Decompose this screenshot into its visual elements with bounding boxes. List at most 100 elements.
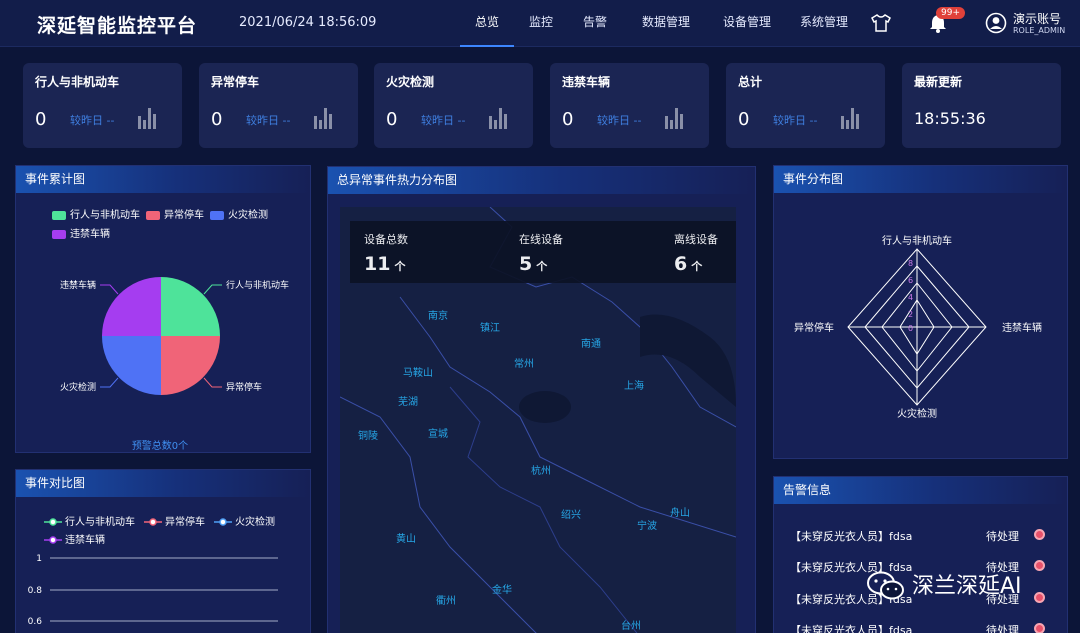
device-online: 5个: [519, 253, 548, 275]
city-label: 衢州: [436, 596, 456, 607]
alert-total: 预警总数0个: [131, 441, 189, 452]
y-tick-label: 0.8: [28, 586, 43, 596]
alarm-status-dot: [1034, 529, 1045, 540]
bar-chart-icon: [841, 108, 859, 129]
alarm-info-panel: 告警信息 【未穿反光衣人员】fdsa 待处理 【未穿反光衣人员】fdsa 待处理…: [773, 476, 1068, 633]
card-title: 总计: [738, 75, 763, 89]
legend-item[interactable]: 行人与非机动车: [52, 206, 140, 221]
legend-item[interactable]: 异常停车: [144, 513, 205, 528]
y-tick-label: 1: [36, 554, 42, 564]
radar-tick: 8: [908, 259, 913, 268]
card-compare: 较昨日 --: [70, 114, 115, 127]
lake: [519, 391, 571, 423]
legend-item[interactable]: 异常停车: [146, 206, 204, 221]
nav-overview[interactable]: 总览: [460, 0, 514, 47]
legend-marker: [214, 518, 232, 526]
card-title: 异常停车: [211, 75, 260, 89]
stat-label: 设备总数: [364, 233, 408, 246]
legend-marker: [144, 518, 162, 526]
nav-device-management[interactable]: 设备管理: [710, 0, 784, 47]
bar-chart-icon: [138, 108, 156, 129]
panel-title: 告警信息: [774, 477, 1067, 504]
stat-card-total: 总计 0 较昨日 --: [726, 63, 885, 148]
current-datetime: 2021/06/24 18:56:09: [239, 15, 377, 30]
card-title: 行人与非机动车: [35, 75, 120, 89]
nav-monitor[interactable]: 监控: [514, 0, 568, 47]
alarm-row[interactable]: 【未穿反光衣人员】fdsa 待处理: [790, 622, 1055, 633]
user-avatar-icon[interactable]: [985, 12, 1007, 34]
alarm-status-dot: [1034, 592, 1045, 603]
legend-marker: [44, 536, 62, 544]
legend-item[interactable]: 违禁车辆: [52, 225, 110, 240]
legend-swatch: [210, 210, 224, 220]
stat-label: 离线设备: [674, 233, 718, 246]
card-compare: 较昨日 --: [773, 114, 818, 127]
radar-chart: 行人与非机动车 违禁车辆 火灾检测 异常停车 0 2 4 6 8: [794, 234, 1042, 420]
pie-label: 违禁车辆: [60, 279, 96, 291]
card-title: 违禁车辆: [562, 75, 611, 89]
city-label: 宣城: [428, 429, 448, 440]
legend-label: 违禁车辆: [65, 535, 105, 546]
shirt-icon[interactable]: [870, 12, 892, 34]
city-label: 金华: [492, 585, 512, 596]
city-label: 马鞍山: [403, 368, 433, 379]
pie-label: 异常停车: [226, 381, 262, 393]
alarm-text: 【未穿反光衣人员】fdsa: [790, 530, 913, 543]
alarm-status: 待处理: [986, 530, 1019, 543]
city-label: 镇江: [480, 323, 500, 334]
alarm-row[interactable]: 【未穿反光衣人员】fdsa 待处理: [790, 528, 1055, 544]
legend-item[interactable]: 违禁车辆: [44, 531, 105, 546]
account-name[interactable]: 演示账号: [1013, 10, 1061, 27]
alarm-status-dot: [1034, 560, 1045, 571]
city-label: 宁波: [637, 521, 657, 532]
heat-map[interactable]: 南京 镇江 常州 南通 马鞍山 上海 芜湖 铜陵 宣城 杭州 绍兴 宁波 舟山 …: [340, 207, 736, 633]
top-bar: 深延智能监控平台 2021/06/24 18:56:09 总览 监控 告警 数据…: [0, 0, 1080, 47]
stat-card-abnormal-parking: 异常停车 0 较昨日 --: [199, 63, 358, 148]
stat-card-fire-detection: 火灾检测 0 较昨日 --: [374, 63, 533, 148]
event-cumulative-panel: 事件累计图 行人与非机动车 异常停车 火灾检测 违禁车辆 行人与非机动车 异常停…: [15, 165, 311, 453]
panel-title: 总异常事件热力分布图: [328, 167, 755, 194]
city-label: 常州: [514, 359, 534, 370]
legend-item[interactable]: 行人与非机动车: [44, 513, 135, 528]
card-title: 火灾检测: [386, 75, 435, 89]
panel-title: 事件对比图: [16, 470, 310, 497]
bar-chart-icon: [665, 108, 683, 129]
device-stats-overlay: 设备总数 11 个 在线设备 5个 离线设备 6个: [350, 221, 736, 283]
legend-item[interactable]: 火灾检测: [210, 206, 268, 221]
card-value: 0: [562, 109, 574, 130]
city-label: 南京: [428, 311, 448, 322]
nav-data-management[interactable]: 数据管理: [622, 0, 710, 47]
card-compare: 较昨日 --: [246, 114, 291, 127]
radar-tick: 0: [908, 324, 913, 333]
app-title: 深延智能监控平台: [37, 15, 198, 37]
y-tick-label: 0.6: [28, 617, 43, 627]
nav-system-management[interactable]: 系统管理: [784, 0, 864, 47]
radar-tick: 2: [908, 310, 913, 319]
pie-leader-line: [203, 377, 222, 388]
city-label: 黄山: [396, 534, 416, 545]
stat-label: 在线设备: [519, 233, 563, 246]
legend-swatch: [146, 210, 160, 220]
radar-axis-label: 异常停车: [794, 321, 834, 334]
card-value: 0: [386, 109, 398, 130]
last-update-time: 18:55:36: [914, 109, 986, 128]
watermark-text: 深兰深延AI: [912, 574, 1022, 599]
nav-alarm[interactable]: 告警: [568, 0, 622, 47]
alarm-status: 待处理: [986, 624, 1019, 633]
legend-label: 异常停车: [164, 210, 204, 221]
main-nav: 总览 监控 告警 数据管理 设备管理 系统管理: [460, 0, 864, 47]
card-value: 0: [35, 109, 47, 130]
card-compare: 较昨日 --: [421, 114, 466, 127]
city-label: 上海: [624, 381, 644, 392]
card-value: 0: [211, 109, 223, 130]
legend-label: 火灾检测: [228, 210, 268, 221]
city-label: 台州: [621, 621, 641, 632]
legend-item[interactable]: 火灾检测: [214, 513, 275, 528]
panel-title: 事件分布图: [774, 166, 1067, 193]
radar-axis-label: 行人与非机动车: [882, 234, 952, 247]
event-distribution-panel: 事件分布图 行人与非机动车 违禁车辆 火灾检测 异常停车 0 2 4 6 8: [773, 165, 1068, 459]
line-chart: 0.8 0.6 1: [28, 554, 278, 627]
bar-chart-icon: [489, 108, 507, 129]
bar-chart-icon: [314, 108, 332, 129]
legend-swatch: [52, 210, 66, 220]
